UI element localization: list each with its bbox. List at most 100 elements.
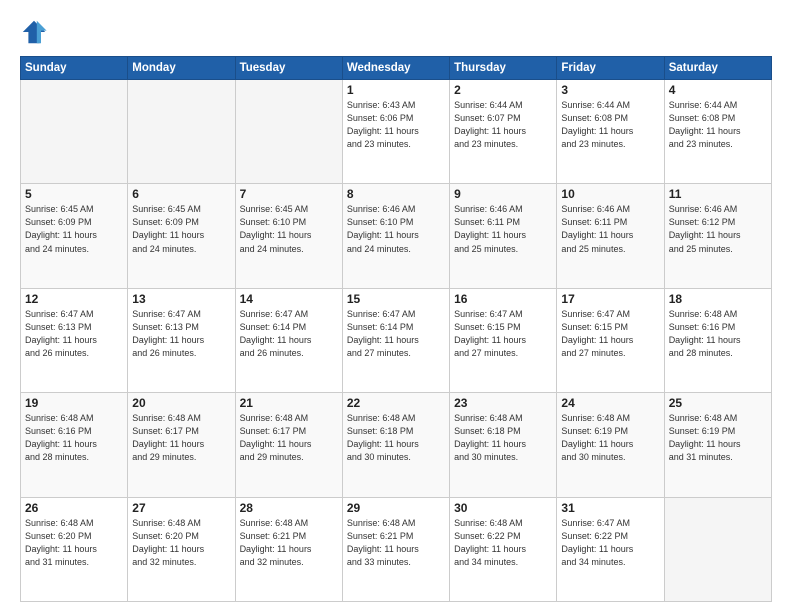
calendar-header-thursday: Thursday <box>450 57 557 80</box>
day-info: Sunrise: 6:47 AM Sunset: 6:15 PM Dayligh… <box>561 308 659 360</box>
calendar-week-3: 12 Sunrise: 6:47 AM Sunset: 6:13 PM Dayli… <box>21 288 772 392</box>
day-info: Sunrise: 6:44 AM Sunset: 6:08 PM Dayligh… <box>561 99 659 151</box>
day-info: Sunrise: 6:47 AM Sunset: 6:13 PM Dayligh… <box>132 308 230 360</box>
calendar-cell-1-1 <box>21 80 128 184</box>
page: SundayMondayTuesdayWednesdayThursdayFrid… <box>0 0 792 612</box>
calendar-cell-3-1: 12 Sunrise: 6:47 AM Sunset: 6:13 PM Dayli… <box>21 288 128 392</box>
logo <box>20 18 52 46</box>
day-info: Sunrise: 6:48 AM Sunset: 6:17 PM Dayligh… <box>132 412 230 464</box>
calendar-cell-3-4: 15 Sunrise: 6:47 AM Sunset: 6:14 PM Dayli… <box>342 288 449 392</box>
day-number: 19 <box>25 396 123 410</box>
calendar-header-saturday: Saturday <box>664 57 771 80</box>
calendar-header-row: SundayMondayTuesdayWednesdayThursdayFrid… <box>21 57 772 80</box>
calendar-cell-4-3: 21 Sunrise: 6:48 AM Sunset: 6:17 PM Dayli… <box>235 393 342 497</box>
calendar-cell-5-1: 26 Sunrise: 6:48 AM Sunset: 6:20 PM Dayli… <box>21 497 128 601</box>
day-info: Sunrise: 6:47 AM Sunset: 6:14 PM Dayligh… <box>347 308 445 360</box>
day-number: 17 <box>561 292 659 306</box>
day-number: 13 <box>132 292 230 306</box>
day-number: 2 <box>454 83 552 97</box>
day-number: 12 <box>25 292 123 306</box>
day-info: Sunrise: 6:48 AM Sunset: 6:16 PM Dayligh… <box>25 412 123 464</box>
day-info: Sunrise: 6:47 AM Sunset: 6:22 PM Dayligh… <box>561 517 659 569</box>
day-number: 20 <box>132 396 230 410</box>
calendar-cell-5-3: 28 Sunrise: 6:48 AM Sunset: 6:21 PM Dayli… <box>235 497 342 601</box>
calendar-cell-2-3: 7Sunrise: 6:45 AM Sunset: 6:10 PM Daylig… <box>235 184 342 288</box>
calendar-cell-4-5: 23Sunrise: 6:48 AM Sunset: 6:18 PM Dayli… <box>450 393 557 497</box>
calendar-table: SundayMondayTuesdayWednesdayThursdayFrid… <box>20 56 772 602</box>
calendar-cell-5-2: 27Sunrise: 6:48 AM Sunset: 6:20 PM Dayli… <box>128 497 235 601</box>
calendar-header-wednesday: Wednesday <box>342 57 449 80</box>
day-info: Sunrise: 6:48 AM Sunset: 6:17 PM Dayligh… <box>240 412 338 464</box>
calendar-cell-5-5: 30 Sunrise: 6:48 AM Sunset: 6:22 PM Dayli… <box>450 497 557 601</box>
day-info: Sunrise: 6:46 AM Sunset: 6:11 PM Dayligh… <box>454 203 552 255</box>
calendar-cell-3-6: 17 Sunrise: 6:47 AM Sunset: 6:15 PM Dayli… <box>557 288 664 392</box>
day-number: 31 <box>561 501 659 515</box>
calendar-cell-2-6: 10 Sunrise: 6:46 AM Sunset: 6:11 PM Dayli… <box>557 184 664 288</box>
day-info: Sunrise: 6:48 AM Sunset: 6:21 PM Dayligh… <box>240 517 338 569</box>
calendar-week-1: 1Sunrise: 6:43 AM Sunset: 6:06 PM Daylig… <box>21 80 772 184</box>
calendar-cell-2-2: 6 Sunrise: 6:45 AM Sunset: 6:09 PM Daylig… <box>128 184 235 288</box>
calendar-cell-4-1: 19 Sunrise: 6:48 AM Sunset: 6:16 PM Dayli… <box>21 393 128 497</box>
day-number: 7 <box>240 187 338 201</box>
day-info: Sunrise: 6:47 AM Sunset: 6:13 PM Dayligh… <box>25 308 123 360</box>
day-info: Sunrise: 6:47 AM Sunset: 6:14 PM Dayligh… <box>240 308 338 360</box>
calendar-cell-3-2: 13 Sunrise: 6:47 AM Sunset: 6:13 PM Dayli… <box>128 288 235 392</box>
day-number: 21 <box>240 396 338 410</box>
calendar-cell-4-6: 24Sunrise: 6:48 AM Sunset: 6:19 PM Dayli… <box>557 393 664 497</box>
day-info: Sunrise: 6:43 AM Sunset: 6:06 PM Dayligh… <box>347 99 445 151</box>
calendar-cell-4-4: 22 Sunrise: 6:48 AM Sunset: 6:18 PM Dayli… <box>342 393 449 497</box>
day-number: 8 <box>347 187 445 201</box>
day-number: 4 <box>669 83 767 97</box>
day-number: 16 <box>454 292 552 306</box>
calendar-cell-3-5: 16 Sunrise: 6:47 AM Sunset: 6:15 PM Dayli… <box>450 288 557 392</box>
day-info: Sunrise: 6:45 AM Sunset: 6:09 PM Dayligh… <box>25 203 123 255</box>
day-info: Sunrise: 6:44 AM Sunset: 6:07 PM Dayligh… <box>454 99 552 151</box>
day-number: 3 <box>561 83 659 97</box>
day-number: 22 <box>347 396 445 410</box>
day-number: 5 <box>25 187 123 201</box>
day-number: 9 <box>454 187 552 201</box>
day-number: 6 <box>132 187 230 201</box>
day-info: Sunrise: 6:48 AM Sunset: 6:18 PM Dayligh… <box>347 412 445 464</box>
day-info: Sunrise: 6:46 AM Sunset: 6:12 PM Dayligh… <box>669 203 767 255</box>
calendar-cell-2-1: 5 Sunrise: 6:45 AM Sunset: 6:09 PM Daylig… <box>21 184 128 288</box>
day-number: 28 <box>240 501 338 515</box>
day-info: Sunrise: 6:44 AM Sunset: 6:08 PM Dayligh… <box>669 99 767 151</box>
calendar-cell-2-5: 9 Sunrise: 6:46 AM Sunset: 6:11 PM Daylig… <box>450 184 557 288</box>
calendar-header-monday: Monday <box>128 57 235 80</box>
day-info: Sunrise: 6:47 AM Sunset: 6:15 PM Dayligh… <box>454 308 552 360</box>
day-number: 10 <box>561 187 659 201</box>
calendar-week-2: 5 Sunrise: 6:45 AM Sunset: 6:09 PM Daylig… <box>21 184 772 288</box>
day-number: 11 <box>669 187 767 201</box>
day-info: Sunrise: 6:48 AM Sunset: 6:21 PM Dayligh… <box>347 517 445 569</box>
calendar-cell-1-5: 2 Sunrise: 6:44 AM Sunset: 6:07 PM Daylig… <box>450 80 557 184</box>
day-number: 30 <box>454 501 552 515</box>
day-number: 15 <box>347 292 445 306</box>
day-number: 24 <box>561 396 659 410</box>
calendar-cell-1-6: 3 Sunrise: 6:44 AM Sunset: 6:08 PM Daylig… <box>557 80 664 184</box>
header <box>20 18 772 46</box>
day-number: 23 <box>454 396 552 410</box>
day-info: Sunrise: 6:46 AM Sunset: 6:10 PM Dayligh… <box>347 203 445 255</box>
day-info: Sunrise: 6:48 AM Sunset: 6:16 PM Dayligh… <box>669 308 767 360</box>
day-info: Sunrise: 6:48 AM Sunset: 6:22 PM Dayligh… <box>454 517 552 569</box>
calendar-header-sunday: Sunday <box>21 57 128 80</box>
calendar-cell-4-2: 20 Sunrise: 6:48 AM Sunset: 6:17 PM Dayli… <box>128 393 235 497</box>
calendar-cell-2-7: 11 Sunrise: 6:46 AM Sunset: 6:12 PM Dayli… <box>664 184 771 288</box>
day-number: 25 <box>669 396 767 410</box>
calendar-cell-5-4: 29Sunrise: 6:48 AM Sunset: 6:21 PM Dayli… <box>342 497 449 601</box>
calendar-header-friday: Friday <box>557 57 664 80</box>
calendar-cell-5-7 <box>664 497 771 601</box>
calendar-cell-2-4: 8 Sunrise: 6:46 AM Sunset: 6:10 PM Daylig… <box>342 184 449 288</box>
day-info: Sunrise: 6:48 AM Sunset: 6:19 PM Dayligh… <box>669 412 767 464</box>
day-info: Sunrise: 6:48 AM Sunset: 6:20 PM Dayligh… <box>25 517 123 569</box>
day-info: Sunrise: 6:46 AM Sunset: 6:11 PM Dayligh… <box>561 203 659 255</box>
day-number: 27 <box>132 501 230 515</box>
calendar-week-4: 19 Sunrise: 6:48 AM Sunset: 6:16 PM Dayli… <box>21 393 772 497</box>
day-info: Sunrise: 6:45 AM Sunset: 6:09 PM Dayligh… <box>132 203 230 255</box>
calendar-cell-5-6: 31 Sunrise: 6:47 AM Sunset: 6:22 PM Dayli… <box>557 497 664 601</box>
calendar-header-tuesday: Tuesday <box>235 57 342 80</box>
calendar-cell-4-7: 25 Sunrise: 6:48 AM Sunset: 6:19 PM Dayli… <box>664 393 771 497</box>
day-number: 26 <box>25 501 123 515</box>
day-number: 14 <box>240 292 338 306</box>
